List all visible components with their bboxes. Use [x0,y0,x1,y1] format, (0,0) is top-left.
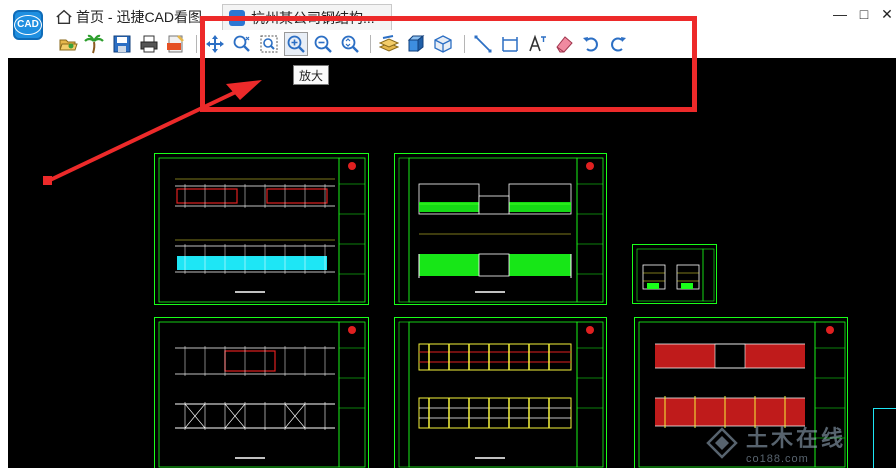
maximize-button[interactable]: □ [853,4,875,24]
annotation-highlight-box [200,16,697,112]
palm-tree-icon [84,34,104,54]
tab-home[interactable]: 首页 - 迅捷CAD看图 [55,5,202,29]
toolbar-separator [196,35,197,53]
pdf-export-icon [167,35,184,53]
sheet-content [398,157,604,303]
app-logo[interactable]: CAD [13,10,43,40]
watermark-title: 土木在线 [746,426,847,451]
print-button[interactable] [137,32,161,56]
drawing-sheet[interactable] [394,153,607,305]
drawing-canvas[interactable] [8,58,896,468]
save-icon [113,35,131,53]
watermark: 土木在线 co188.com [704,418,896,468]
close-button[interactable]: ✕ [876,4,896,24]
minimize-button[interactable]: — [829,4,851,24]
save-button[interactable] [110,32,134,56]
sheet-content [398,321,604,468]
print-icon [140,35,158,53]
tab-home-label: 首页 - 迅捷CAD看图 [76,9,202,25]
pdf-button[interactable] [164,32,188,56]
watermark-logo-icon [706,427,738,459]
drawing-sheet[interactable] [154,317,369,468]
sheet-content [158,321,366,468]
drawing-sheet[interactable] [154,153,369,305]
drawing-sheet[interactable] [394,317,607,468]
palm-button[interactable] [82,32,106,56]
sheet-content [158,157,366,303]
cad-viewer-window: CAD 首页 - 迅捷CAD看图 杭州某公司钢结构... — □ ✕ 放大 土木… [0,0,896,468]
open-folder-icon [59,39,78,51]
watermark-site: co188.com [746,453,809,465]
open-button[interactable] [56,32,80,56]
sheet-content [636,248,715,302]
home-icon [56,9,72,24]
left-gutter [0,32,8,468]
drawing-sheet[interactable] [632,244,717,304]
